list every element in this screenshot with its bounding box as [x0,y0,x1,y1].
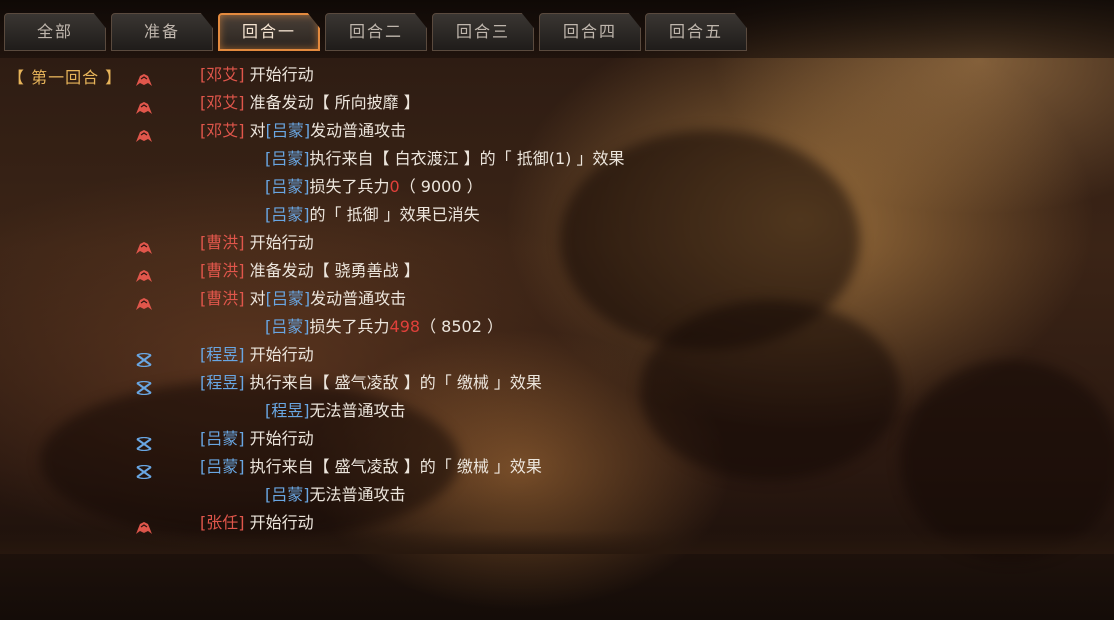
log-segment: （ 9000 ） [399,177,483,196]
log-row: [程昱] 执行来自【 盛气凌敌 】的「 缴械 」效果 [0,369,1114,397]
log-row: [吕蒙]的「 抵御 」效果已消失 [0,201,1114,229]
log-row: [曹洪] 准备发动【 骁勇善战 】 [0,257,1114,285]
general-name: [邓艾] [200,93,245,112]
tab-2[interactable]: 准备 [111,13,213,51]
red-horse-icon [135,264,153,282]
log-text: [吕蒙]无法普通攻击 [265,481,406,509]
general-name: [邓艾] [200,121,245,140]
log-text: [吕蒙] 开始行动 [200,425,314,453]
log-segment: 执行来自【 白衣渡江 】的「 抵御(1) 」效果 [309,149,625,168]
red-horse-icon [135,68,153,86]
log-row: [程昱] 开始行动 [0,341,1114,369]
log-text: [程昱] 执行来自【 盛气凌敌 】的「 缴械 」效果 [200,369,542,397]
log-text: [曹洪] 准备发动【 骁勇善战 】 [200,257,420,285]
battle-report-screen: 全部 准备 回合一 回合二 回合三 回合四 回合五 【 第一回合 】 [邓艾] 开始行动 [邓… [0,0,1114,620]
troop-loss: 0 [389,177,400,196]
log-segment: 损失了兵力 [309,317,390,336]
red-horse-icon [135,124,153,142]
general-name: [吕蒙] [265,205,310,224]
log-segment: 开始行动 [244,345,314,364]
general-name: [曹洪] [200,289,245,308]
general-name: [吕蒙] [265,149,310,168]
log-text: [曹洪] 对[吕蒙]发动普通攻击 [200,285,406,313]
log-text: [曹洪] 开始行动 [200,229,314,257]
log-segment: 准备发动【 骁勇善战 】 [244,261,420,280]
general-name: [程昱] [265,401,310,420]
log-row: [吕蒙]执行来自【 白衣渡江 】的「 抵御(1) 」效果 [0,145,1114,173]
log-segment: 开始行动 [244,65,314,84]
general-name: [吕蒙] [265,289,311,308]
general-name: [曹洪] [200,261,245,280]
log-row: [吕蒙]损失了兵力498（ 8502 ） [0,313,1114,341]
log-segment: 准备发动【 所向披靡 】 [244,93,420,112]
blue-bow-icon [135,460,153,480]
log-segment: 执行来自【 盛气凌敌 】的「 缴械 」效果 [244,457,542,476]
log-text: [吕蒙]的「 抵御 」效果已消失 [265,201,480,229]
tab-1[interactable]: 全部 [4,13,106,51]
log-row: [吕蒙]损失了兵力0（ 9000 ） [0,173,1114,201]
log-segment: 发动普通攻击 [310,289,407,308]
general-name: [吕蒙] [265,177,310,196]
general-name: [程昱] [200,373,245,392]
round-tabs-bar: 全部 准备 回合一 回合二 回合三 回合四 回合五 [0,0,1114,58]
red-horse-icon [135,236,153,254]
tab-4[interactable]: 回合二 [325,13,427,51]
general-name: [吕蒙] [265,317,310,336]
red-horse-icon [135,292,153,310]
tab-6[interactable]: 回合四 [539,13,641,51]
log-row: [程昱]无法普通攻击 [0,397,1114,425]
log-segment: 无法普通攻击 [309,485,406,504]
log-row: [曹洪] 对[吕蒙]发动普通攻击 [0,285,1114,313]
log-row: [邓艾] 对[吕蒙]发动普通攻击 [0,117,1114,145]
log-text: [邓艾] 准备发动【 所向披靡 】 [200,89,420,117]
red-horse-icon [135,516,153,534]
general-name: [吕蒙] [200,429,245,448]
log-segment: 的「 抵御 」效果已消失 [309,205,480,224]
general-name: [吕蒙] [200,457,245,476]
blue-bow-icon [135,432,153,452]
log-text: [吕蒙]损失了兵力0（ 9000 ） [265,173,483,201]
log-segment: 对 [244,121,266,140]
general-name: [邓艾] [200,65,245,84]
log-row: [邓艾] 准备发动【 所向披靡 】 [0,89,1114,117]
blue-bow-icon [135,348,153,368]
tab-5[interactable]: 回合三 [432,13,534,51]
log-text: [程昱]无法普通攻击 [265,397,406,425]
log-segment: 开始行动 [244,233,314,252]
log-row: [吕蒙] 开始行动 [0,425,1114,453]
log-segment: 损失了兵力 [309,177,390,196]
log-text: [邓艾] 对[吕蒙]发动普通攻击 [200,117,406,145]
log-text: [吕蒙]损失了兵力498（ 8502 ） [265,313,503,341]
log-text: [邓艾] 开始行动 [200,61,314,89]
log-segment: 对 [244,289,266,308]
tab-7[interactable]: 回合五 [645,13,747,51]
general-name: [程昱] [200,345,245,364]
blue-bow-icon [135,376,153,396]
log-row: [吕蒙]无法普通攻击 [0,481,1114,509]
troop-loss: 498 [389,317,421,336]
tab-3[interactable]: 回合一 [218,13,320,51]
log-segment: （ 8502 ） [420,317,503,336]
log-row: [曹洪] 开始行动 [0,229,1114,257]
log-segment: 开始行动 [244,429,314,448]
log-text: [程昱] 开始行动 [200,341,314,369]
log-segment: 执行来自【 盛气凌敌 】的「 缴械 」效果 [244,373,542,392]
general-name: [吕蒙] [265,485,310,504]
log-row: [邓艾] 开始行动 [0,61,1114,89]
general-name: [吕蒙] [265,121,311,140]
log-text: [吕蒙] 执行来自【 盛气凌敌 】的「 缴械 」效果 [200,453,542,481]
log-text: [吕蒙]执行来自【 白衣渡江 】的「 抵御(1) 」效果 [265,145,625,173]
battle-log[interactable]: 【 第一回合 】 [邓艾] 开始行动 [邓艾] 准备发动【 所向披靡 】 [邓艾] … [0,61,1114,544]
log-segment: 无法普通攻击 [309,401,406,420]
log-fade-overlay [0,530,1114,554]
log-segment: 发动普通攻击 [310,121,407,140]
general-name: [曹洪] [200,233,245,252]
red-horse-icon [135,96,153,114]
log-row: [吕蒙] 执行来自【 盛气凌敌 】的「 缴械 」效果 [0,453,1114,481]
